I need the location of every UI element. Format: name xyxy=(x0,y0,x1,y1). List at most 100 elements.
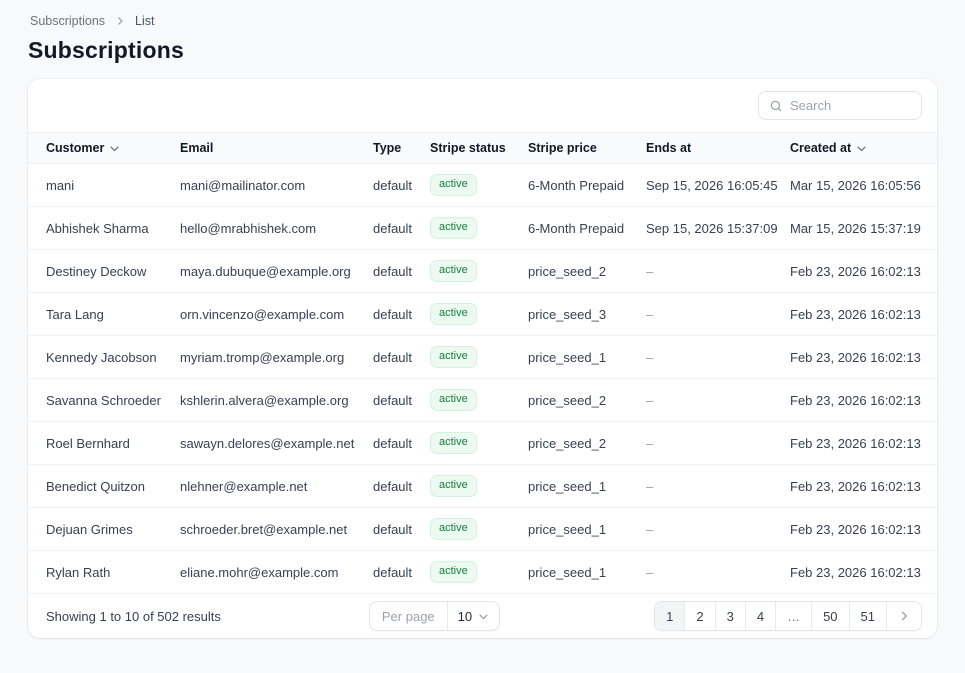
table-row[interactable]: Kennedy Jacobson myriam.tromp@example.or… xyxy=(28,336,937,379)
status-badge: active xyxy=(430,346,477,367)
subscriptions-table: Customer Email Type Stripe status Stripe… xyxy=(28,132,937,594)
table-row[interactable]: Benedict Quitzon nlehner@example.net def… xyxy=(28,465,937,508)
cell-created-at: Feb 23, 2026 16:02:13 xyxy=(790,422,937,465)
cell-created-at: Mar 15, 2026 15:37:19 xyxy=(790,207,937,250)
cell-created-at: Feb 23, 2026 16:02:13 xyxy=(790,508,937,551)
table-row[interactable]: Tara Lang orn.vincenzo@example.com defau… xyxy=(28,293,937,336)
cell-email: sawayn.delores@example.net xyxy=(180,422,373,465)
chevron-right-icon xyxy=(898,610,910,622)
cell-ends-at: – xyxy=(646,422,790,465)
table-row[interactable]: Dejuan Grimes schroeder.bret@example.net… xyxy=(28,508,937,551)
table-row[interactable]: Destiney Deckow maya.dubuque@example.org… xyxy=(28,250,937,293)
pagination-page-2[interactable]: 2 xyxy=(684,602,714,630)
table-footer: Showing 1 to 10 of 502 results Per page … xyxy=(28,594,937,638)
table-row[interactable]: Abhishek Sharma hello@mrabhishek.com def… xyxy=(28,207,937,250)
column-header-label: Customer xyxy=(46,141,104,155)
cell-stripe-price: price_seed_1 xyxy=(528,465,646,508)
table-header-row: Customer Email Type Stripe status Stripe… xyxy=(28,133,937,164)
cell-customer: Savanna Schroeder xyxy=(28,379,180,422)
cell-ends-at: – xyxy=(646,336,790,379)
pagination-page-1[interactable]: 1 xyxy=(655,602,684,630)
column-header[interactable]: Ends at xyxy=(646,133,790,164)
cell-ends-at: – xyxy=(646,508,790,551)
column-header[interactable]: Created at xyxy=(790,133,937,164)
pagination-page-51[interactable]: 51 xyxy=(849,602,886,630)
status-badge: active xyxy=(430,174,477,195)
cell-stripe-status: active xyxy=(430,164,528,207)
column-header[interactable]: Stripe status xyxy=(430,133,528,164)
status-badge: active xyxy=(430,475,477,496)
cell-customer: Abhishek Sharma xyxy=(28,207,180,250)
cell-email: myriam.tromp@example.org xyxy=(180,336,373,379)
subscriptions-table-card: Customer Email Type Stripe status Stripe… xyxy=(28,79,937,638)
pagination-next-button[interactable] xyxy=(886,602,921,630)
cell-type: default xyxy=(373,250,430,293)
cell-stripe-price: price_seed_3 xyxy=(528,293,646,336)
cell-ends-at: – xyxy=(646,293,790,336)
cell-type: default xyxy=(373,422,430,465)
column-header-label: Email xyxy=(180,141,213,155)
search-icon xyxy=(769,99,783,113)
cell-stripe-price: price_seed_2 xyxy=(528,379,646,422)
per-page-value: 10 xyxy=(458,609,472,624)
cell-customer: Destiney Deckow xyxy=(28,250,180,293)
cell-customer: Roel Bernhard xyxy=(28,422,180,465)
cell-email: eliane.mohr@example.com xyxy=(180,551,373,594)
cell-customer: Rylan Rath xyxy=(28,551,180,594)
cell-customer: Tara Lang xyxy=(28,293,180,336)
table-toolbar xyxy=(28,79,937,132)
status-badge: active xyxy=(430,303,477,324)
cell-created-at: Mar 15, 2026 16:05:56 xyxy=(790,164,937,207)
table-row[interactable]: mani mani@mailinator.com default active … xyxy=(28,164,937,207)
cell-ends-at: – xyxy=(646,551,790,594)
pagination: 1234…5051 xyxy=(654,601,922,631)
cell-ends-at: – xyxy=(646,250,790,293)
cell-stripe-status: active xyxy=(430,336,528,379)
cell-stripe-status: active xyxy=(430,250,528,293)
cell-stripe-status: active xyxy=(430,207,528,250)
cell-ends-at: Sep 15, 2026 15:37:09 xyxy=(646,207,790,250)
cell-stripe-price: price_seed_2 xyxy=(528,422,646,465)
breadcrumb-item-subscriptions[interactable]: Subscriptions xyxy=(30,14,105,28)
per-page-control: Per page 10 xyxy=(369,601,500,631)
cell-type: default xyxy=(373,336,430,379)
cell-email: schroeder.bret@example.net xyxy=(180,508,373,551)
status-badge: active xyxy=(430,432,477,453)
status-badge: active xyxy=(430,518,477,539)
search-box xyxy=(758,91,922,120)
chevron-down-icon xyxy=(478,611,489,622)
cell-created-at: Feb 23, 2026 16:02:13 xyxy=(790,250,937,293)
breadcrumb-item-list[interactable]: List xyxy=(135,14,154,28)
cell-ends-at: – xyxy=(646,379,790,422)
cell-type: default xyxy=(373,465,430,508)
page-title: Subscriptions xyxy=(28,37,937,64)
cell-email: kshlerin.alvera@example.org xyxy=(180,379,373,422)
breadcrumb: Subscriptions List xyxy=(28,12,937,30)
cell-type: default xyxy=(373,379,430,422)
cell-created-at: Feb 23, 2026 16:02:13 xyxy=(790,293,937,336)
table-row[interactable]: Savanna Schroeder kshlerin.alvera@exampl… xyxy=(28,379,937,422)
cell-stripe-status: active xyxy=(430,508,528,551)
pagination-page-3[interactable]: 3 xyxy=(715,602,745,630)
cell-stripe-status: active xyxy=(430,465,528,508)
table-row[interactable]: Rylan Rath eliane.mohr@example.com defau… xyxy=(28,551,937,594)
column-header[interactable]: Type xyxy=(373,133,430,164)
pagination-page-4[interactable]: 4 xyxy=(745,602,775,630)
table-row[interactable]: Roel Bernhard sawayn.delores@example.net… xyxy=(28,422,937,465)
cell-ends-at: Sep 15, 2026 16:05:45 xyxy=(646,164,790,207)
cell-stripe-price: 6-Month Prepaid xyxy=(528,164,646,207)
subscriptions-page: Subscriptions List Subscriptions Custo xyxy=(0,0,965,638)
cell-type: default xyxy=(373,207,430,250)
per-page-select[interactable]: 10 xyxy=(447,602,499,630)
cell-stripe-price: price_seed_1 xyxy=(528,508,646,551)
cell-email: mani@mailinator.com xyxy=(180,164,373,207)
column-header[interactable]: Stripe price xyxy=(528,133,646,164)
cell-stripe-status: active xyxy=(430,422,528,465)
pagination-page-50[interactable]: 50 xyxy=(811,602,848,630)
cell-customer: Kennedy Jacobson xyxy=(28,336,180,379)
column-header-label: Stripe status xyxy=(430,141,506,155)
column-header[interactable]: Email xyxy=(180,133,373,164)
column-header-label: Type xyxy=(373,141,401,155)
search-input[interactable] xyxy=(790,98,911,113)
column-header[interactable]: Customer xyxy=(28,133,180,164)
